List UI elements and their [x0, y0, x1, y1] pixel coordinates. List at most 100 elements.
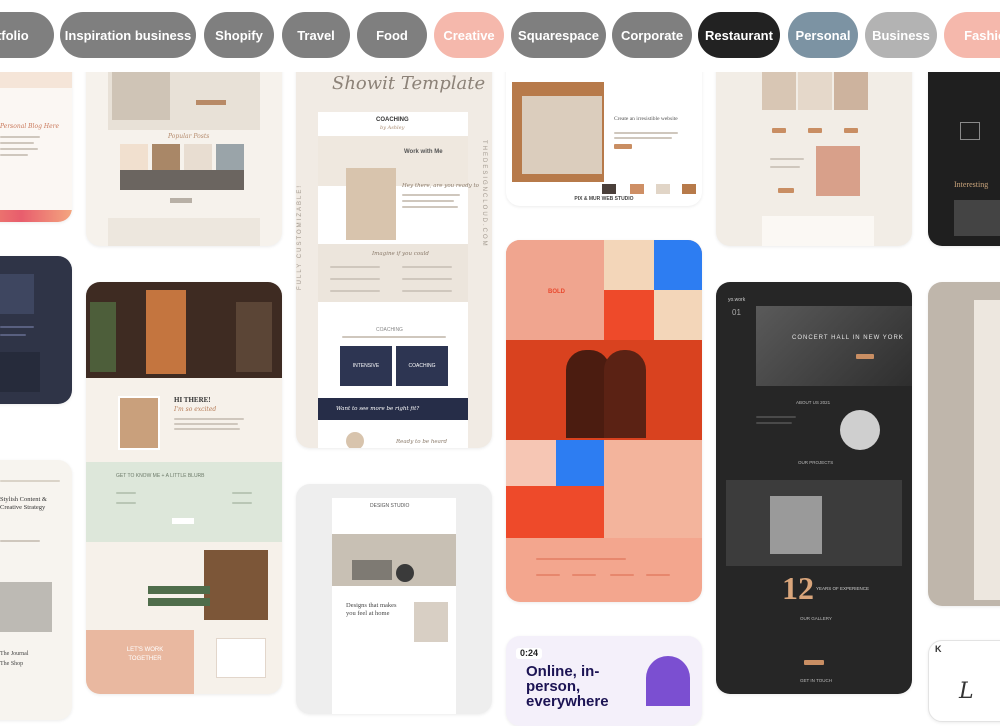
card-green-button: [148, 598, 210, 606]
swatch: [630, 184, 644, 194]
template-card-interior[interactable]: DESIGN STUDIO Designs that makes you fee…: [296, 484, 492, 714]
interior-sofa: [352, 560, 392, 580]
card-button: [170, 198, 192, 203]
bold-tile-blue: [556, 440, 604, 486]
bold-tile: [654, 290, 702, 340]
chip-label: Shopify: [215, 27, 263, 43]
category-chip-creative[interactable]: Creative: [434, 12, 504, 58]
cta-text: LET'S WORK TOGETHER: [126, 647, 164, 662]
card-chair: [236, 302, 272, 372]
card-strip: [120, 170, 244, 190]
card-portrait: [118, 396, 160, 450]
side-left-text: FULLY CUSTOMIZABLE!: [297, 183, 303, 290]
concert-projects: OUR PROJECTS: [798, 460, 834, 465]
swatch: [602, 184, 616, 194]
concert-number: 01: [732, 308, 741, 317]
concert-logo: yo.work: [728, 297, 746, 303]
category-chip-travel[interactable]: Travel: [282, 12, 350, 58]
swatch: [656, 184, 670, 194]
category-chip-inspiration-business[interactable]: Inspiration business: [60, 12, 196, 58]
template-card-coaching[interactable]: Showit Template FULLY CUSTOMIZABLE! THED…: [296, 40, 492, 448]
coaching-label: COACHING: [376, 327, 403, 333]
studio-photo: [522, 96, 602, 174]
bold-tile: [506, 440, 556, 486]
template-card-online[interactable]: 0:24 Online, in-person, everywhere: [506, 636, 702, 726]
card-footer: [108, 218, 260, 246]
category-filter-bar: Portfolio Inspiration business Shopify T…: [0, 0, 1000, 72]
coach-photo: [346, 168, 396, 240]
template-card-hi-there[interactable]: HI THERE! I'm so excited GET TO KNOW ME …: [86, 282, 282, 694]
card-button: [172, 518, 194, 524]
category-chip-personal[interactable]: Personal: [788, 12, 858, 58]
category-chip-restaurant[interactable]: Restaurant: [698, 12, 780, 58]
template-card-neutral-right[interactable]: [928, 282, 1000, 606]
interior-table: [396, 564, 414, 582]
category-chip-portfolio[interactable]: Portfolio: [0, 12, 54, 58]
template-card-concert[interactable]: yo.work 01 CONCERT HALL IN NEW YORK ABOU…: [716, 282, 912, 694]
band-title: GET TO KNOW ME + A LITTLE BLURB: [116, 473, 205, 479]
category-chip-corporate[interactable]: Corporate: [612, 12, 692, 58]
online-person: [646, 656, 690, 706]
template-card-dark-partial[interactable]: [0, 256, 72, 404]
journal-headline: Stylish Content & Creative Strategy: [0, 496, 47, 511]
brand-mark: K: [935, 644, 942, 654]
category-chip-business[interactable]: Business: [865, 12, 937, 58]
fashion-photo: [834, 68, 868, 110]
chip-label: Restaurant: [705, 27, 773, 43]
concert-contact: GET IN TOUCH: [800, 678, 833, 683]
card-widget: [216, 638, 266, 678]
studio-headline: Create an irresistible website: [614, 116, 678, 122]
chip-label: Food: [376, 27, 408, 43]
chip-label: Fashion: [964, 27, 1000, 43]
intensive-label: INTENSIVE: [352, 363, 380, 369]
band-script: Want to see more be right fit?: [336, 406, 420, 412]
interior-photo-small: [414, 602, 448, 642]
concert-object: [840, 410, 880, 450]
chip-label: Portfolio: [0, 27, 29, 43]
card-hero-figure: [146, 290, 186, 374]
coaching-logo-sub: by Ashley: [380, 125, 405, 131]
calendar-icon: [960, 122, 980, 140]
blog-blurb: Personal Blog Here: [0, 123, 60, 130]
online-headline: Online, in-person, everywhere: [526, 663, 609, 710]
gradient-footer: [0, 210, 72, 222]
hi-there-sub: I'm so excited: [174, 406, 217, 413]
template-grid: Personal Blog Here Stylish Content & Cre…: [0, 0, 1000, 726]
card-image: [954, 200, 1000, 236]
card-image: [0, 582, 52, 632]
journal-nav-2[interactable]: The Shop: [0, 660, 23, 669]
category-chip-food[interactable]: Food: [357, 12, 427, 58]
swatch: [682, 184, 696, 194]
hi-there-title: HI THERE!: [174, 396, 211, 404]
chip-label: Squarespace: [518, 27, 599, 43]
card-plant: [90, 302, 116, 372]
bold-tile: [604, 240, 654, 290]
concert-big-number: 12: [782, 570, 814, 606]
concert-big-sub: YEARS OF EXPERIENCE: [816, 586, 870, 591]
chip-label: Creative: [443, 27, 495, 43]
card-text: Popular Posts: [168, 133, 210, 140]
category-chip-squarespace[interactable]: Squarespace: [511, 12, 606, 58]
fashion-photo: [798, 68, 832, 110]
hero-script: Work with Me: [404, 149, 443, 155]
template-card-bold[interactable]: BOLD: [506, 240, 702, 602]
section-script: Imagine if you could: [372, 251, 429, 257]
avatar: [346, 432, 364, 448]
card-photo: [204, 550, 268, 620]
footer-script: Ready to be heard: [396, 439, 448, 445]
category-chip-fashion[interactable]: Fashion: [944, 12, 1000, 58]
concert-gallery-label: OUR GALLERY: [800, 616, 832, 621]
chip-label: Personal: [795, 27, 851, 43]
video-timer: 0:24: [516, 648, 543, 659]
category-chip-shopify[interactable]: Shopify: [204, 12, 274, 58]
studio-footer: PIX & MUR WEB STUDIO: [574, 196, 634, 202]
journal-nav-1[interactable]: The Journal: [0, 650, 29, 659]
template-card-journal-partial[interactable]: Stylish Content & Creative Strategy The …: [0, 460, 72, 720]
template-card-script-right[interactable]: K L: [928, 640, 1000, 722]
card-green-button: [148, 586, 210, 594]
hey-line: Hey there, are you ready to: [402, 183, 479, 189]
chip-label: Business: [872, 27, 930, 43]
card-panel: [974, 300, 1000, 600]
fashion-photo: [762, 68, 796, 110]
chip-label: Inspiration business: [64, 27, 192, 43]
